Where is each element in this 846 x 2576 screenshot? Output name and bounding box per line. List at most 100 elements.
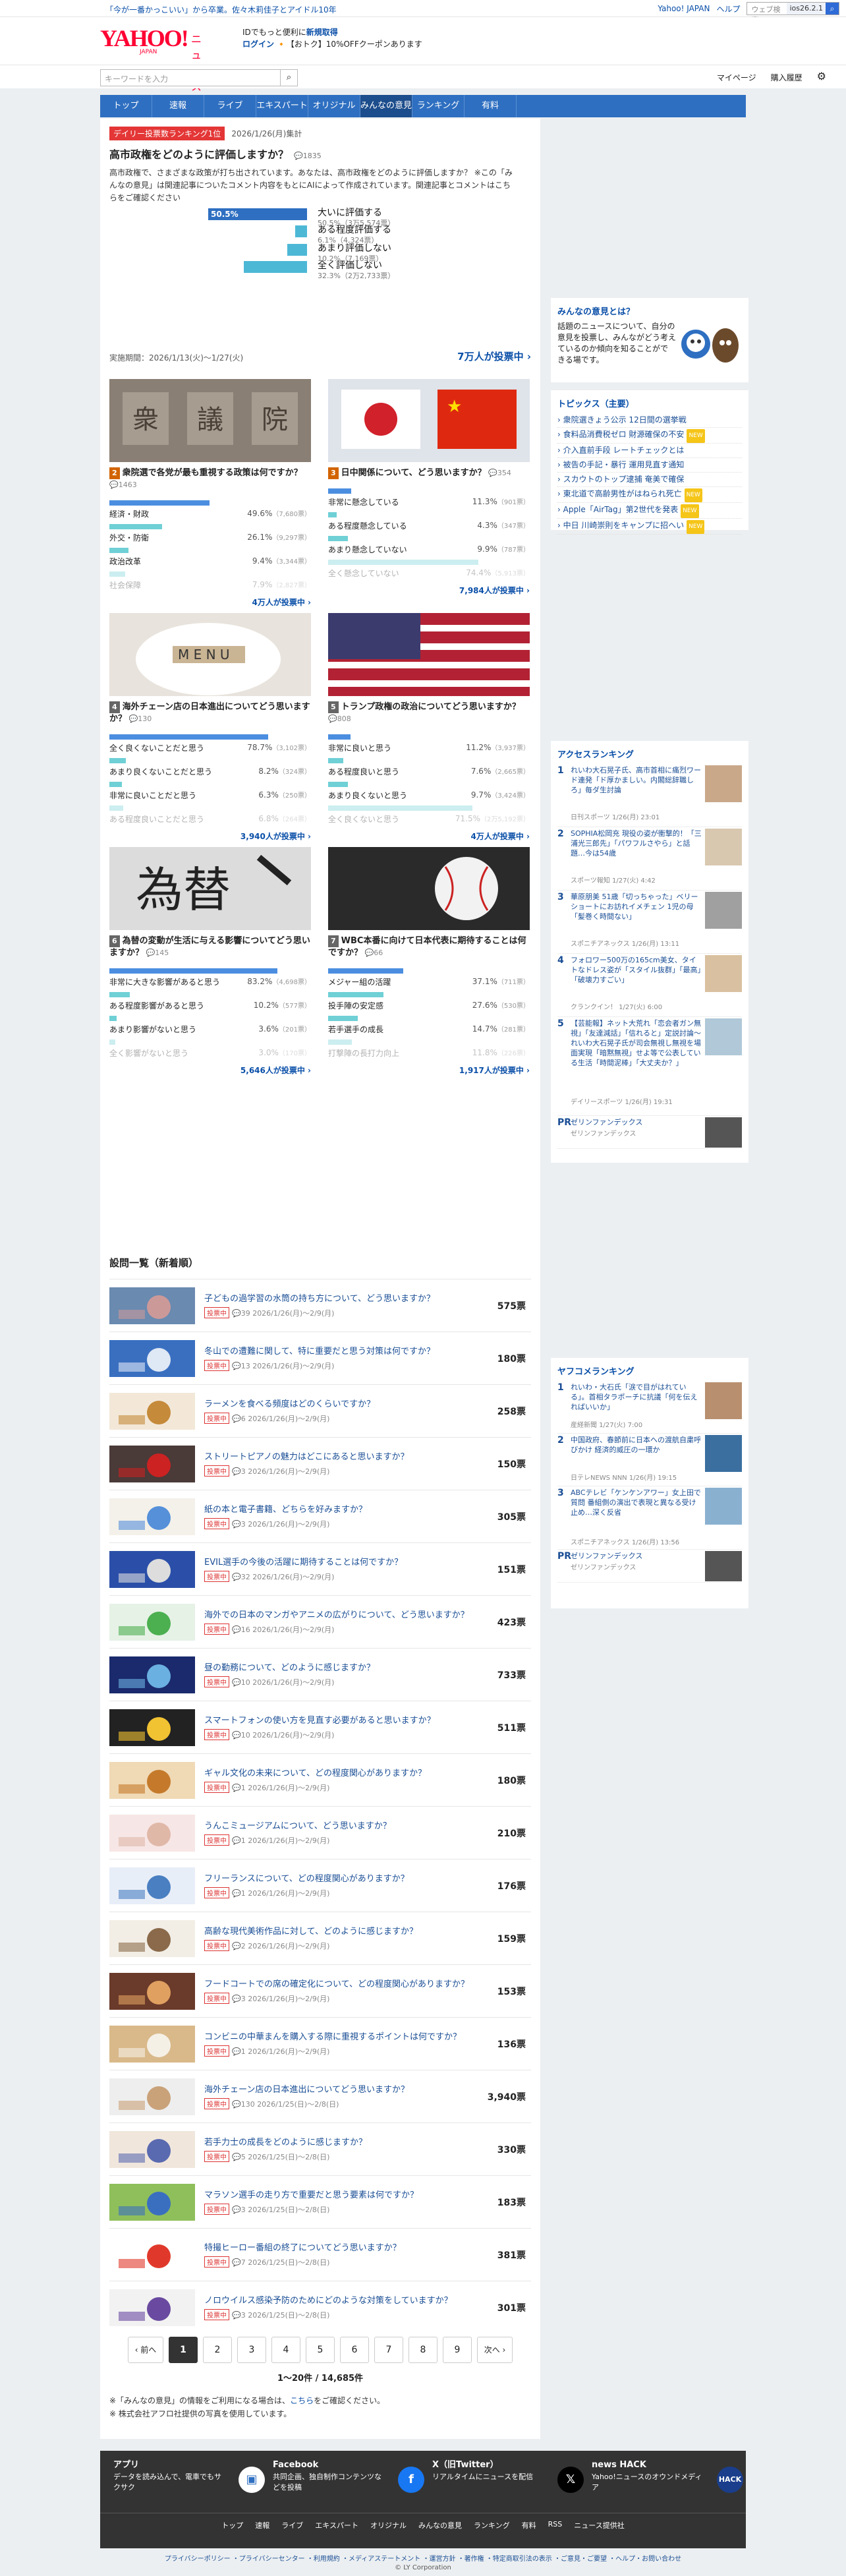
topic-item[interactable]: › スカウトのトップ逮捕 奄美で確保	[557, 473, 742, 487]
list-question[interactable]: 冬山での遭難に関して、特に重要だと思う対策は何ですか？	[204, 1344, 481, 1357]
footer-x[interactable]: X（旧Twitter） リアルタイムにニュースを配信 𝕏	[432, 2460, 584, 2493]
footer-links[interactable]: プライバシーポリシー ・プライバシーセンター ・利用規約 ・メディアステートメン…	[100, 2555, 746, 2564]
comment-ranking-item[interactable]: 3 ABCテレビ「ケンケンアワー」女上田で質問 番組側の演出で表現と異なる受け止め…	[557, 1486, 742, 1550]
poll-title[interactable]: 2 衆院選で各党が最も重視する政策は何ですか？ 💬1463	[109, 467, 311, 491]
poll-option[interactable]: あまり影響がないと思う 3.6%（201票）	[109, 1013, 311, 1037]
list-thumbnail[interactable]	[109, 1551, 195, 1588]
ranking-thumbnail[interactable]	[705, 955, 742, 992]
poll-photo[interactable]	[328, 847, 530, 930]
vote-link[interactable]: 7,984人が投票中 ›	[328, 585, 530, 596]
poll-photo[interactable]: 為替	[109, 847, 311, 930]
poll-option[interactable]: 外交・防衛 26.1%（9,297票）	[109, 521, 311, 545]
list-item[interactable]: ノロウイルス感染予防のためにどのような対策をしていますか？ 投票中 💬3 2026/…	[109, 2281, 531, 2333]
list-question[interactable]: 若手力士の成長をどのように感じますか？	[204, 2135, 481, 2148]
list-item[interactable]: 子どもの過学習の水筒の持ち方について、どう思いますか？ 投票中 💬39 2026/1…	[109, 1279, 531, 1332]
ranking-thumbnail[interactable]	[705, 892, 742, 929]
featured-option-label[interactable]: 大いに評価する	[318, 206, 382, 219]
footer-nav-link[interactable]: 有料	[522, 2520, 536, 2531]
list-question[interactable]: フリーランスについて、どの程度関心がありますか？	[204, 1871, 481, 1884]
poll-option[interactable]: ある程度良いと思う 7.6%（2,665票）	[328, 755, 530, 779]
poll-title[interactable]: 7 WBC本番に向けて日本代表に期待することは何ですか？ 💬66	[328, 935, 530, 959]
ranking-title[interactable]: れいわ大石晃子氏、高市首相に痛烈ワード連発「ド厚かましい。内閣総辞職しろ」毎ダ生…	[571, 765, 702, 795]
topic-item[interactable]: › 東北道で高齢男性がはねられ死亡 NEW	[557, 487, 742, 503]
list-thumbnail[interactable]	[109, 2026, 195, 2063]
poll-option[interactable]: あまり良くないことだと思う 8.2%（324票）	[109, 755, 311, 779]
ranking-item[interactable]: 5 【芸能報】ネット大荒れ「恋会者ガン無視」「友達減話」「信れると」定説討論〜れい…	[557, 1017, 742, 1116]
list-thumbnail[interactable]	[109, 1920, 195, 1957]
footer-nav-link[interactable]: ライブ	[281, 2520, 303, 2531]
footer-nav-link[interactable]: オリジナル	[370, 2520, 407, 2531]
vote-link[interactable]: 1,917人が投票中 ›	[328, 1065, 530, 1076]
footer-nav-link[interactable]: ニュース提供社	[574, 2520, 624, 2531]
vote-link[interactable]: 4万人が投票中 ›	[328, 831, 530, 842]
keyword-input[interactable]: キーワードを入力	[101, 70, 280, 86]
list-question[interactable]: コンビニの中華まんを購入する際に重視するポイントは何ですか？	[204, 2030, 481, 2042]
list-thumbnail[interactable]	[109, 2289, 195, 2326]
list-question[interactable]: 昼の勤務について、どのように感じますか？	[204, 1660, 481, 1673]
ranking-thumbnail[interactable]	[705, 765, 742, 802]
list-thumbnail[interactable]	[109, 1446, 195, 1482]
list-item[interactable]: 特撮ヒーロー番組の終了についてどう思いますか？ 投票中 💬7 2026/1/25(日…	[109, 2228, 531, 2281]
ranking-thumbnail[interactable]	[705, 1435, 742, 1472]
poll-title-text[interactable]: 為替の変動が生活に与える影響についてどう思いますか？	[109, 936, 310, 958]
poll-option[interactable]: 経済・財政 49.6%（7,680票）	[109, 498, 311, 521]
poll-option[interactable]: 政治改革 9.4%（3,344票）	[109, 545, 311, 569]
pr-thumbnail[interactable]	[705, 1117, 742, 1148]
pr-thumbnail[interactable]	[705, 1551, 742, 1581]
poll-option[interactable]: ある程度良いことだと思う 6.8%（264票）	[109, 803, 311, 827]
featured-option-label[interactable]: 全く評価しない	[318, 258, 382, 272]
yahoo-japan-link[interactable]: Yahoo! JAPAN	[658, 4, 710, 13]
note-usage-link[interactable]: こちら	[290, 2396, 314, 2405]
footer-nav-link[interactable]: 速報	[255, 2520, 269, 2531]
vote-link[interactable]: 3,940人が投票中 ›	[109, 831, 311, 842]
keyword-search[interactable]: キーワードを入力 ⌕	[100, 69, 298, 86]
topic-item[interactable]: › 食料品消費税ゼロ 財源確保の不安 NEW	[557, 428, 742, 444]
list-thumbnail[interactable]	[109, 1656, 195, 1693]
promo-link[interactable]: 「今が一番かっこいい」から卒業。佐々木莉佳子とアイドル10年	[105, 4, 337, 15]
poll-option[interactable]: 投手陣の安定感 27.6%（530票）	[328, 989, 530, 1013]
footer-nav-link[interactable]: エキスパート	[315, 2520, 358, 2531]
vote-link[interactable]: 5,646人が投票中 ›	[109, 1065, 311, 1076]
featured-option-label[interactable]: あまり評価しない	[318, 241, 391, 254]
poll-option[interactable]: 全く影響がないと思う 3.0%（170票）	[109, 1037, 311, 1061]
list-question[interactable]: 紙の本と電子書籍、どちらを好みますか？	[204, 1502, 481, 1515]
nav-item[interactable]: ランキング	[412, 95, 465, 117]
poll-title-text[interactable]: WBC本番に向けて日本代表に期待することは何ですか？	[328, 936, 526, 958]
ranking-title[interactable]: 【芸能報】ネット大荒れ「恋会者ガン無視」「友達減話」「信れると」定説討論〜れいわ…	[571, 1018, 702, 1068]
next-button[interactable]: 次へ ›	[477, 2337, 513, 2363]
list-item[interactable]: ラーメンを食べる頻度はどのくらいですか？ 投票中 💬6 2026/1/26(月)〜2…	[109, 1384, 531, 1437]
poll-option[interactable]: 若手選手の成長 14.7%（281票）	[328, 1013, 530, 1037]
search-icon[interactable]: ⌕	[826, 3, 839, 15]
featured-question[interactable]: 高市政権をどのように評価しますか？ 💬1835	[109, 146, 531, 161]
poll-title-text[interactable]: 衆院選で各党が最も重視する政策は何ですか？	[123, 468, 302, 478]
topic-item[interactable]: › 中日 川崎崇則をキャンプに招へい NEW	[557, 519, 742, 535]
ranking-item[interactable]: 4 フォロワー500万の165cm美女、タイトなドレス姿が「スタイル抜群」「最高」…	[557, 954, 742, 1017]
poll-option[interactable]: 非常に良いことだと思う 6.3%（250票）	[109, 779, 311, 803]
list-thumbnail[interactable]	[109, 1498, 195, 1535]
topic-item[interactable]: › 介入直前手段 レートチェックとは	[557, 444, 742, 458]
featured-option-label[interactable]: ある程度評価する	[318, 223, 391, 236]
list-item[interactable]: 高齢な現代美術作品に対して、どのように感じますか？ 投票中 💬2 2026/1/26…	[109, 1912, 531, 1964]
poll-photo[interactable]: 衆議院	[109, 379, 311, 462]
page-button[interactable]: 1	[169, 2337, 198, 2363]
nav-item[interactable]: みんなの意見	[360, 95, 412, 117]
vote-link[interactable]: 4万人が投票中 ›	[109, 597, 311, 608]
list-thumbnail[interactable]	[109, 1815, 195, 1852]
prev-button[interactable]: ‹ 前へ	[128, 2337, 163, 2363]
list-item[interactable]: 海外での日本のマンガやアニメの広がりについて、どう思いますか？ 投票中 💬16 20…	[109, 1595, 531, 1648]
ranking-thumbnail[interactable]	[705, 829, 742, 865]
footer-facebook[interactable]: Facebook 共同企画、独自制作コンテンツなどを投稿 f	[273, 2460, 424, 2493]
ranking-title[interactable]: SOPHIA松岡充 現役の姿が衝撃的！「三浦光三郎先」「パワフルさやら」と話題……	[571, 829, 702, 858]
ranking-title[interactable]: 中国政府、春節前に日本への渡航自粛呼びかけ 経済的威圧の一環か	[571, 1435, 702, 1455]
pr-title[interactable]: ゼリンファンデックス	[571, 1117, 702, 1127]
list-question[interactable]: ギャル文化の未来について、どの程度関心がありますか？	[204, 1766, 481, 1778]
page-button[interactable]: 7	[374, 2337, 403, 2363]
list-item[interactable]: 昼の勤務について、どのように感じますか？ 投票中 💬10 2026/1/26(月)〜…	[109, 1648, 531, 1701]
footer-hack[interactable]: news HACK Yahoo!ニュースのオウンドメディア HACK	[592, 2460, 743, 2493]
poll-option[interactable]: 社会保障 7.9%（2,827票）	[109, 569, 311, 593]
footer-nav-link[interactable]: ランキング	[474, 2520, 510, 2531]
list-item[interactable]: 冬山での遭難に関して、特に重要だと思う対策は何ですか？ 投票中 💬13 2026/1…	[109, 1332, 531, 1384]
comment-ranking-item[interactable]: 2 中国政府、春節前に日本への渡航自粛呼びかけ 経済的威圧の一環か 日テレNEWS …	[557, 1434, 742, 1486]
footer-app[interactable]: アプリ データを読み込んで、電車でもサクサク ▣	[113, 2460, 265, 2493]
page-button[interactable]: 8	[409, 2337, 437, 2363]
